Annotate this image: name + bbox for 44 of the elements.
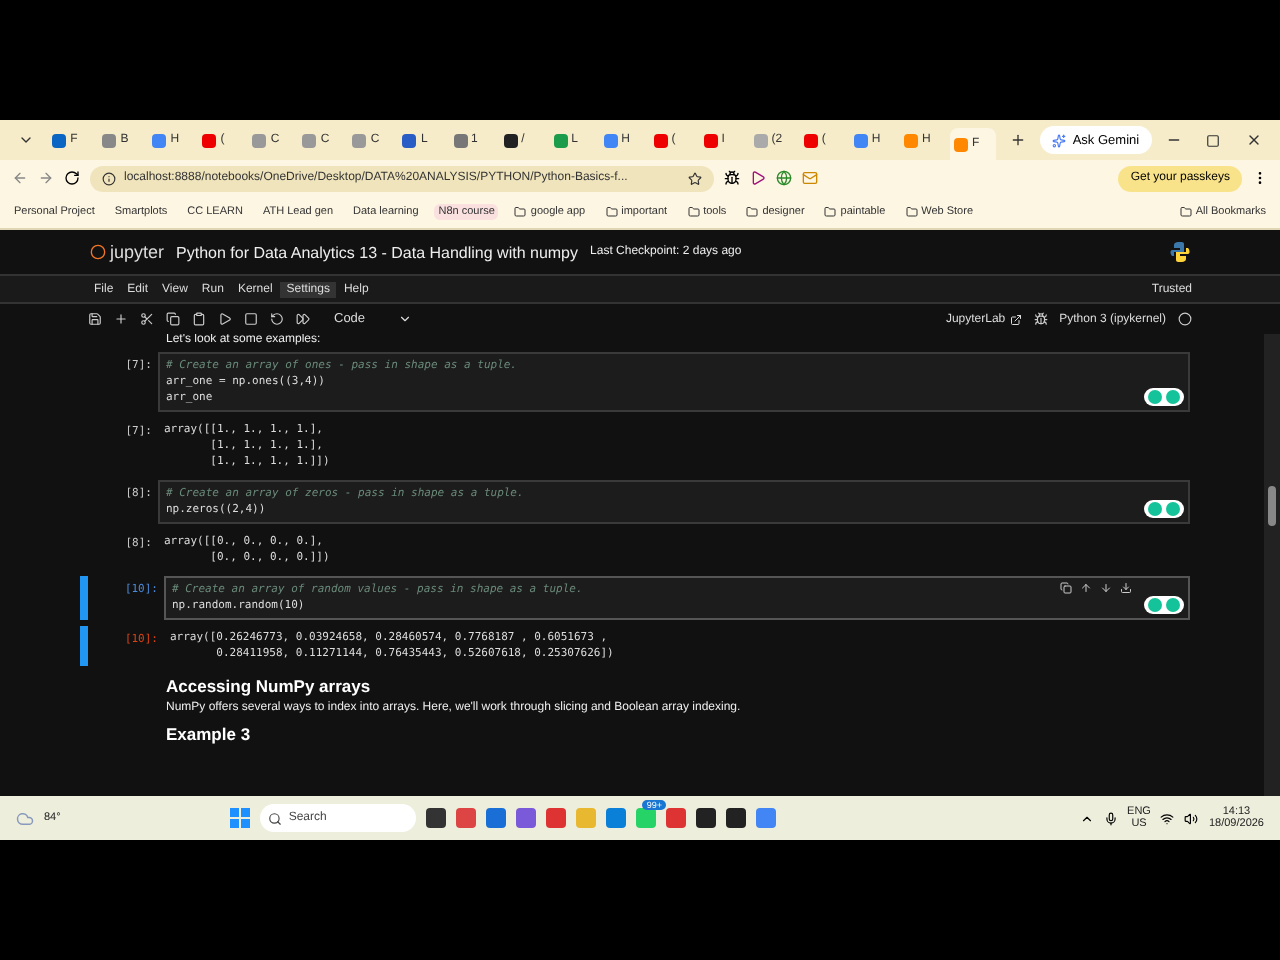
folder-icon [687, 206, 700, 218]
jupyter-logo[interactable]: jupyter [90, 242, 165, 262]
download-icon[interactable] [1120, 582, 1132, 594]
section-heading: Accessing NumPy arrays [164, 676, 373, 696]
microphone-icon[interactable] [1103, 811, 1118, 825]
run-icon[interactable] [218, 312, 232, 326]
debug-icon[interactable] [1033, 312, 1048, 326]
copy-icon[interactable] [166, 312, 180, 326]
start-icon[interactable] [230, 808, 251, 828]
section-heading: Example 3 [164, 724, 253, 744]
folder-icon [514, 206, 527, 218]
move-down-icon[interactable] [1100, 582, 1112, 594]
volume-icon[interactable] [1184, 811, 1199, 825]
move-up-icon[interactable] [1080, 582, 1092, 594]
active-cell-bar[interactable] [80, 576, 88, 620]
extension-icon[interactable] [724, 170, 740, 186]
sparkle-icon [1052, 133, 1067, 147]
external-link-icon [1009, 313, 1022, 325]
folder-icon [824, 206, 837, 218]
back-icon[interactable] [12, 170, 28, 186]
kernel-status-icon [1178, 312, 1192, 326]
cut-icon[interactable] [140, 312, 154, 326]
reload-icon[interactable] [64, 170, 80, 186]
restart-icon[interactable] [270, 312, 284, 326]
notebook-title[interactable]: Python for Data Analytics 13 - Data Handling with numpy [176, 243, 579, 261]
folder-icon [605, 206, 618, 218]
forward-icon[interactable] [38, 170, 54, 186]
stop-icon[interactable] [244, 312, 258, 326]
folder-icon [1179, 206, 1192, 218]
paste-icon[interactable] [192, 312, 206, 326]
extension-icon[interactable] [750, 170, 766, 186]
wifi-icon[interactable] [1160, 811, 1175, 825]
duplicate-icon[interactable] [1060, 582, 1072, 594]
folder-icon [746, 206, 759, 218]
run-all-icon[interactable] [296, 312, 310, 326]
python-logo-icon [1170, 242, 1190, 262]
tray-expand-icon[interactable] [1079, 811, 1094, 825]
search-icon [268, 811, 283, 825]
add-cell-icon[interactable] [114, 312, 128, 326]
folder-icon [905, 206, 918, 218]
scrollbar[interactable] [1264, 334, 1280, 796]
caret-icon [397, 312, 412, 326]
active-cell-bar[interactable] [80, 626, 88, 666]
save-icon[interactable] [88, 312, 102, 326]
